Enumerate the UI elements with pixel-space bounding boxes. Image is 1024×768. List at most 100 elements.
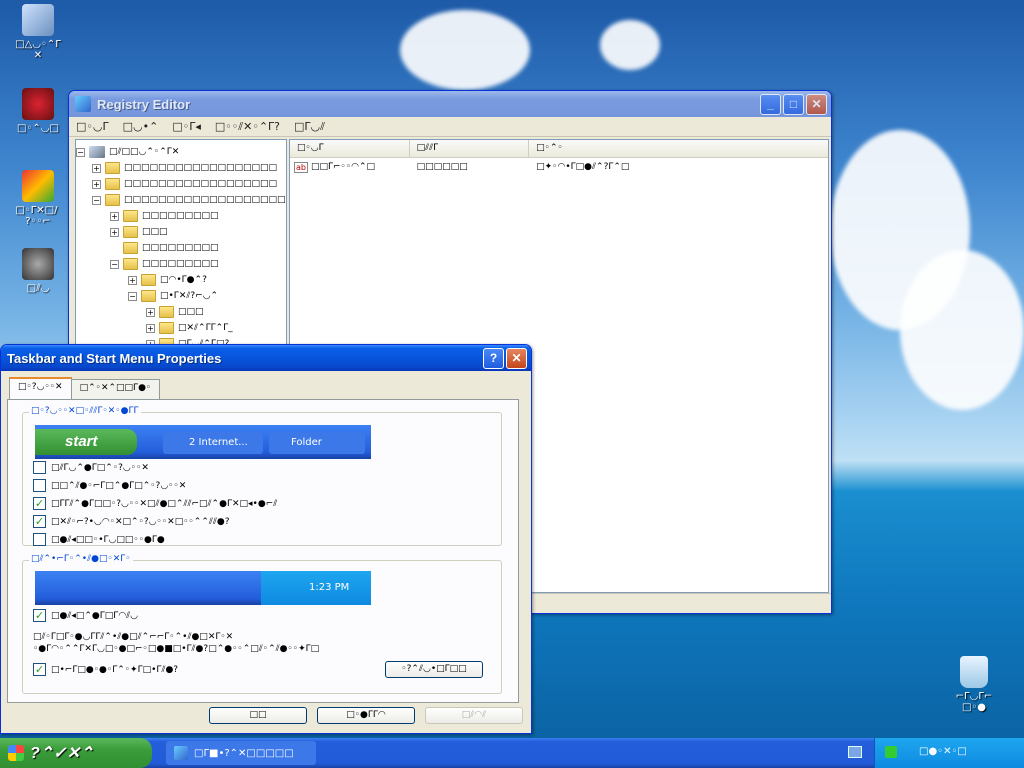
hide-inactive-checkbox[interactable]: ✓ □•⌐Γ□●◦●◦Γ⌃◦✦Γ□•Γ⫽●?: [33, 663, 178, 676]
table-row[interactable]: ab □□Γ⌐◦◦◠⌃□ □□□□□□ □✦◦◠•Γ□●⫽⌃?Γ⌃□: [290, 158, 828, 174]
string-value-icon: ab: [294, 161, 308, 173]
taskbar-properties-dialog: Taskbar and Start Menu Properties ? ✕ □◦…: [0, 344, 532, 734]
keyboard-icon[interactable]: [848, 746, 862, 758]
dialog-close-button[interactable]: ✕: [506, 347, 527, 369]
help-button[interactable]: ?: [483, 347, 504, 369]
tree-node[interactable]: + □◠•Γ●⌃?: [128, 272, 207, 288]
folder-icon: [123, 242, 138, 254]
folder-icon: [141, 274, 156, 286]
group-label: □⫽⌃•⌐Γ◦⌃•⫽●□◦✕Γ◦: [29, 554, 133, 564]
close-button[interactable]: ✕: [806, 93, 827, 115]
folder-icon: [159, 322, 174, 334]
collapse-icon[interactable]: −: [76, 147, 85, 157]
expand-icon[interactable]: +: [110, 211, 119, 221]
desktop-icon-network[interactable]: □◦⌃◡□: [2, 88, 74, 134]
desktop-icon-recycle-bin[interactable]: ⌐Γ◡Γ⌐ □◦●: [938, 656, 1010, 713]
preview-folder-button: Folder: [269, 432, 365, 454]
tree-node[interactable]: + □✕⫽⌃ΓΓ⌃Γ_: [146, 320, 233, 336]
expand-icon[interactable]: +: [146, 323, 155, 333]
tab-taskbar[interactable]: □◦?◡◦◦✕: [9, 377, 72, 399]
menu-help[interactable]: □Γ◡⫽: [287, 120, 332, 134]
recycle-bin-icon: [960, 656, 988, 688]
option-checkbox[interactable]: □□⌃⫽●◦⌐Γ□⌃●Γ□⌃◦?◡◦◦✕: [33, 479, 186, 492]
dialog-title: Taskbar and Start Menu Properties: [7, 350, 222, 366]
tree-node-label: □□□□□□□□□: [142, 259, 219, 269]
tree-node[interactable]: − □□□□□□□□□: [110, 256, 219, 272]
ok-button[interactable]: □□: [209, 707, 307, 724]
computer-icon: [22, 4, 54, 36]
tree-node-label: □□□□□□□□□□□□□□□□□□: [124, 179, 278, 189]
expand-icon[interactable]: +: [92, 179, 101, 189]
folder-icon: [105, 162, 120, 174]
option-checkbox[interactable]: ✓ □ΓΓ⫽⌃●Γ□□◦?◡◦◦✕□⫽●□⌃⫽⫽⌐□⫽⌃●Γ✕□◂•●⌐⫽: [33, 497, 277, 510]
tree-node[interactable]: + □□□□□□□□□: [110, 208, 219, 224]
folder-icon: [123, 226, 138, 238]
checkbox-label: □✕⫽◦⌐?•◡◠◦✕□⌃◦?◡◦◦✕□◦◦⌃⌃⫽⫽●?: [51, 516, 230, 527]
option-checkbox[interactable]: ✓ □●⫽◂□⌃●Γ□Γ◠⫽◡: [33, 609, 138, 622]
tree-node[interactable]: − □⫽□□◡⌃◦⌃Γ✕: [76, 144, 179, 160]
start-button[interactable]: ?⌃✓✕⌃: [0, 738, 152, 768]
desktop-icon-computer[interactable]: □△◡◦⌃Γ ✕: [2, 4, 74, 61]
tree-node[interactable]: + □□□: [146, 304, 204, 320]
tab-start-menu[interactable]: □⌃◦✕⌃□□Γ●◦: [70, 379, 161, 399]
collapse-icon[interactable]: −: [128, 291, 137, 301]
collapse-icon[interactable]: −: [92, 195, 101, 205]
app-icon: [22, 170, 54, 202]
tray-app-icon[interactable]: [885, 746, 897, 758]
expand-icon[interactable]: +: [92, 163, 101, 173]
customize-button[interactable]: ◦?⌃⫽◡•□Γ□□: [385, 661, 483, 678]
expand-icon[interactable]: +: [128, 275, 137, 285]
checkbox-box: ✓: [33, 609, 46, 622]
tree-node[interactable]: □□□□□□□□□: [110, 240, 219, 256]
tray-clock[interactable]: □●◦✕◦□: [919, 746, 967, 757]
checkbox-box: [33, 533, 46, 546]
windows-logo-icon: [8, 745, 24, 761]
folder-icon: [159, 306, 174, 318]
cancel-button[interactable]: □◦●ΓΓ◠: [317, 707, 415, 724]
tree-node[interactable]: − □□□□□□□□□□□□□□□□□□□□: [92, 192, 287, 208]
checkbox-label: □□⌃⫽●◦⌐Γ□⌃●Γ□⌃◦?◡◦◦✕: [51, 480, 187, 491]
minimize-button[interactable]: _: [760, 93, 781, 115]
tree-node-label: □□□□□□□□□□□□□□□□□□□□: [124, 195, 287, 205]
apply-button[interactable]: □⫽◠⫽: [425, 707, 523, 724]
column-data[interactable]: □◦⌃◦: [529, 140, 828, 157]
checkbox-box: ✓: [33, 515, 46, 528]
tree-node[interactable]: + □□□□□□□□□□□□□□□□□□: [92, 160, 277, 176]
checkbox-label: □●⫽◂□⌃●Γ□Γ◠⫽◡: [51, 610, 139, 621]
folder-icon: [141, 290, 156, 302]
checkbox-label: □●⫽◂□□◦•Γ◡□□◦◦●Γ●: [51, 534, 165, 545]
checkbox-box: ✓: [33, 663, 46, 676]
registry-tree[interactable]: − □⫽□□◡⌃◦⌃Γ✕ + □□□□□□□□□□□□□□□□□□ + □□□□□□□□□…: [75, 139, 287, 345]
dialog-titlebar[interactable]: Taskbar and Start Menu Properties ? ✕: [1, 345, 531, 371]
expand-icon[interactable]: +: [110, 227, 119, 237]
value-data: □✦◦◠•Γ□●⫽⌃?Γ⌃□: [536, 162, 630, 172]
collapse-icon[interactable]: −: [110, 259, 119, 269]
registry-titlebar[interactable]: Registry Editor _ □ ✕: [69, 91, 831, 117]
menu-favorites[interactable]: □◦◦⫽✕◦⌃Γ?: [208, 120, 287, 134]
menu-file[interactable]: □◦◡Γ: [69, 120, 116, 133]
tree-node[interactable]: + □□□□□□□□□□□□□□□□□□: [92, 176, 277, 192]
column-type[interactable]: □⫽⫽Γ: [410, 140, 530, 157]
desktop-icon-app[interactable]: □◦Γ✕□/ ?◦◦⌐: [2, 170, 74, 227]
checkbox-box: [33, 479, 46, 492]
tree-node[interactable]: − □•Γ✕⫽?⌐◡⌃: [128, 288, 218, 304]
tree-node-label: □□□□□□□□□□□□□□□□□□: [124, 163, 278, 173]
option-checkbox[interactable]: □⫽Γ◡⌃●Γ□⌃◦?◡◦◦✕: [33, 461, 149, 474]
taskbar-button-registry[interactable]: □Γ■•?⌃✕□□□□□: [166, 741, 316, 765]
menu-edit[interactable]: □◡•⌃: [116, 120, 166, 133]
cloud: [600, 20, 660, 70]
maximize-button[interactable]: □: [783, 93, 804, 115]
menu-view[interactable]: □◦Γ◂: [165, 120, 208, 133]
group-label: □◦?◡◦◦✕□◦⫽⫽Γ◦✕◦●ΓΓ: [29, 406, 141, 416]
tree-node-label: □•Γ✕⫽?⌐◡⌃: [160, 291, 219, 301]
option-checkbox[interactable]: ✓ □✕⫽◦⌐?•◡◠◦✕□⌃◦?◡◦◦✕□◦◦⌃⌃⫽⫽●?: [33, 515, 230, 528]
column-name[interactable]: □◦◡Γ: [290, 140, 410, 157]
notification-desc: □⫽◦Γ□Γ◦●◡ΓΓ⫽⌃•⫽●□⫽⌃⌐⌐Γ◦⌃•⫽●□✕Γ◦✕ ◦●Γ◠◦⌃⌃…: [33, 632, 320, 654]
option-checkbox[interactable]: □●⫽◂□□◦•Γ◡□□◦◦●Γ●: [33, 533, 165, 546]
system-tray: □●◦✕◦□: [874, 738, 1024, 768]
expand-icon[interactable]: +: [146, 307, 155, 317]
tree-node[interactable]: + □□□: [110, 224, 168, 240]
minimize-icon: _: [767, 97, 774, 111]
preview-ie-button: 2 Internet...: [163, 432, 263, 454]
desktop-icon-raccoon[interactable]: □⫽◡: [2, 248, 74, 294]
